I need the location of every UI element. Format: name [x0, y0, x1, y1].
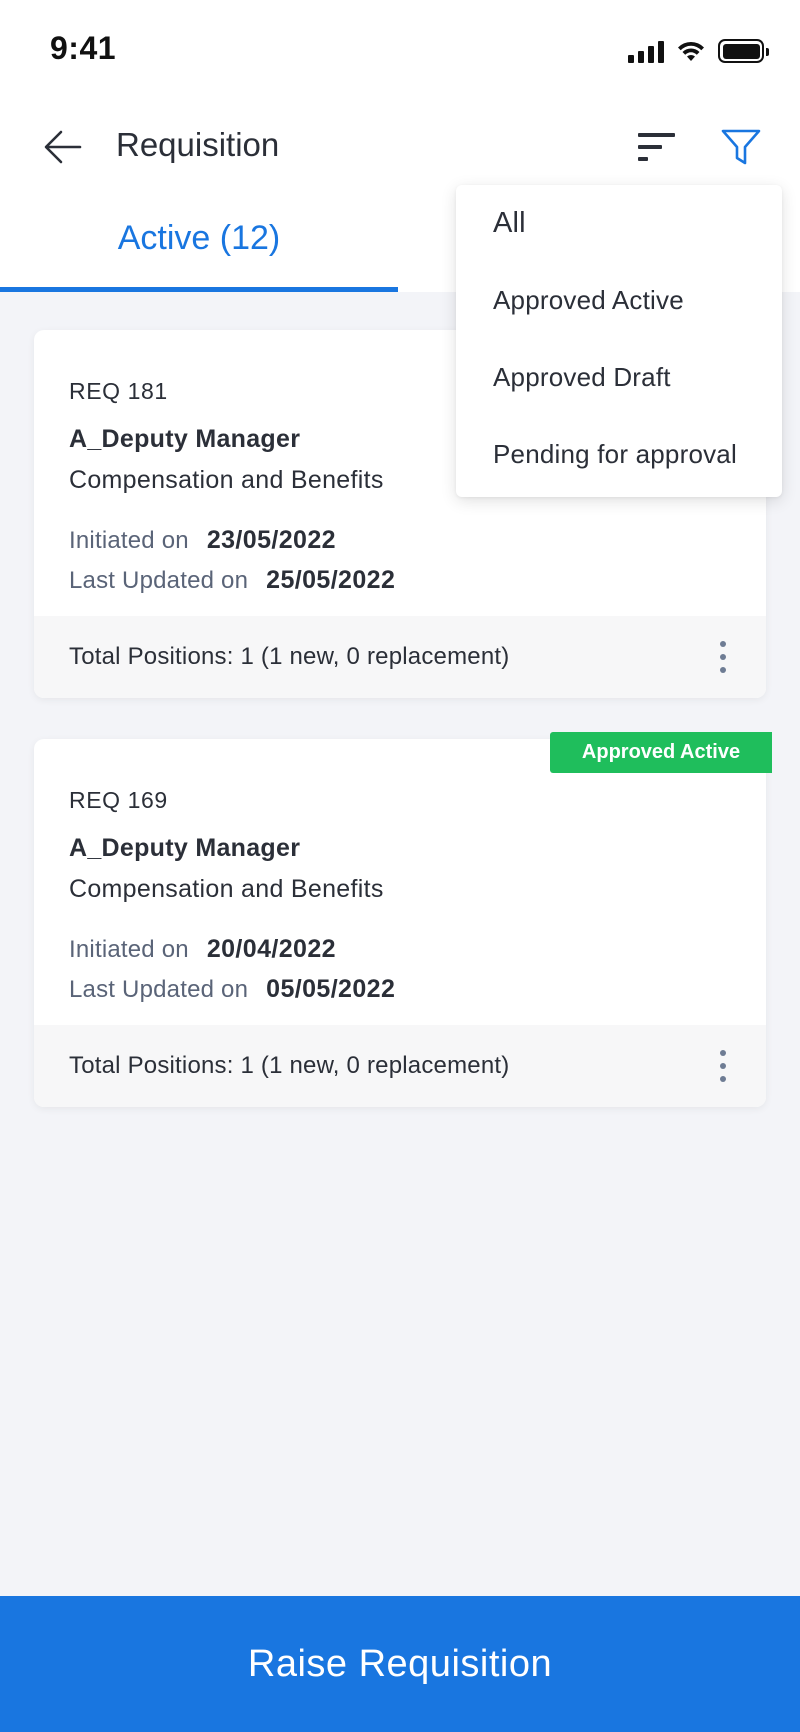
initiated-date: 20/04/2022 — [206, 935, 336, 963]
department: Compensation and Benefits — [69, 875, 384, 903]
battery-icon — [718, 39, 769, 63]
initiated-label: Initiated on — [69, 527, 189, 554]
signal-icon — [628, 39, 664, 63]
back-button[interactable] — [38, 124, 88, 170]
filter-button[interactable] — [714, 122, 768, 172]
req-id: REQ 181 — [69, 378, 168, 404]
role-title: A_Deputy Manager — [69, 425, 301, 453]
initiated-label: Initiated on — [69, 936, 189, 963]
more-dot — [720, 654, 726, 660]
role-title: A_Deputy Manager — [69, 834, 301, 862]
updated-label: Last Updated on — [69, 567, 249, 594]
req-id: REQ 169 — [69, 787, 168, 813]
sort-icon — [638, 133, 675, 161]
department: Compensation and Benefits — [69, 466, 384, 494]
arrow-left-icon — [44, 130, 82, 164]
updated-date: 05/05/2022 — [266, 975, 396, 1003]
more-vertical-icon — [720, 641, 726, 647]
filter-option-approved-draft[interactable]: Approved Draft — [493, 362, 671, 393]
page-title: Requisition — [116, 126, 280, 163]
updated-date: 25/05/2022 — [266, 566, 396, 594]
status-icons — [628, 36, 769, 66]
more-dot — [720, 1076, 726, 1082]
more-dot — [720, 1063, 726, 1069]
requisition-card[interactable]: Approved Active REQ 169 A_Deputy Manager… — [34, 732, 772, 1107]
status-time: 9:41 — [50, 30, 117, 66]
card-footer: Total Positions: 1 (1 new, 0 replacement… — [34, 1025, 766, 1107]
initiated-date: 23/05/2022 — [206, 526, 336, 554]
filter-icon — [721, 129, 761, 165]
sort-button[interactable] — [632, 124, 682, 170]
app-header: Requisition — [0, 110, 800, 182]
total-positions: Total Positions: 1 (1 new, 0 replacement… — [69, 1052, 510, 1079]
more-dot — [720, 667, 726, 673]
card-footer: Total Positions: 1 (1 new, 0 replacement… — [34, 616, 766, 698]
initiated-row: Initiated on 20/04/2022 — [69, 935, 336, 964]
total-positions: Total Positions: 1 (1 new, 0 replacement… — [69, 643, 510, 670]
more-options-button[interactable] — [706, 632, 740, 682]
tab-active[interactable]: Active (12) — [0, 200, 398, 292]
status-bar: 9:41 — [0, 0, 800, 100]
filter-option-all[interactable]: All — [493, 207, 526, 240]
wifi-icon — [678, 41, 704, 61]
raise-requisition-button[interactable]: Raise Requisition — [0, 1596, 800, 1732]
filter-option-pending-approval[interactable]: Pending for approval — [493, 439, 737, 470]
filter-dropdown-menu: All Approved Active Approved Draft Pendi… — [456, 185, 782, 497]
more-options-button[interactable] — [706, 1041, 740, 1091]
updated-row: Last Updated on 05/05/2022 — [69, 975, 395, 1004]
updated-row: Last Updated on 25/05/2022 — [69, 566, 395, 595]
filter-option-approved-active[interactable]: Approved Active — [493, 285, 684, 316]
updated-label: Last Updated on — [69, 976, 249, 1003]
initiated-row: Initiated on 23/05/2022 — [69, 526, 336, 555]
more-vertical-icon — [720, 1050, 726, 1056]
tab-active-indicator — [0, 287, 398, 292]
status-badge: Approved Active — [550, 732, 772, 773]
